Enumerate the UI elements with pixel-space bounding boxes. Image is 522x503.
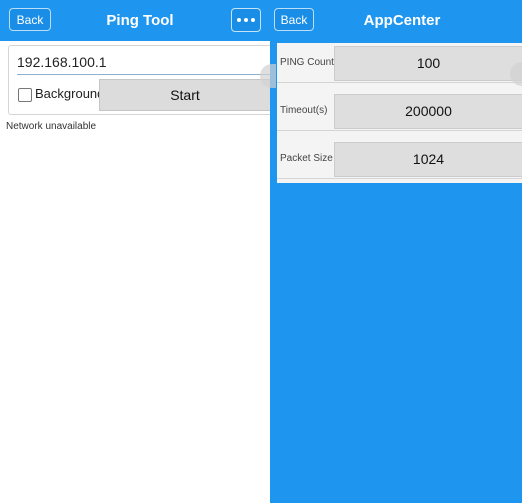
timeout-input[interactable]: 200000 <box>334 94 522 129</box>
packet-size-label: Packet Size <box>280 153 333 164</box>
packet-size-input[interactable]: 1024 <box>334 142 522 177</box>
timeout-label: Timeout(s) <box>280 105 328 116</box>
back-button[interactable]: Back <box>274 8 314 31</box>
settings-row-packet-size: Packet Size 1024 <box>277 139 522 179</box>
ping-settings-list: PING Count 100 Timeout(s) 200000 Packet … <box>277 43 522 183</box>
background-checkbox-label: Background <box>35 86 105 101</box>
app-center-header: Back AppCenter <box>270 0 522 41</box>
status-text: Network unavailable <box>6 121 97 132</box>
ip-address-input[interactable] <box>17 50 265 74</box>
back-button[interactable]: Back <box>9 8 51 31</box>
app-center-panel: Back AppCenter PING Count 100 Timeout(s)… <box>270 0 522 503</box>
more-dots-icon <box>251 18 255 22</box>
background-checkbox[interactable] <box>18 88 32 102</box>
start-button[interactable]: Start <box>99 79 271 111</box>
input-underline <box>17 74 271 75</box>
settings-row-timeout: Timeout(s) 200000 <box>277 91 522 131</box>
ping-count-input[interactable]: 100 <box>334 46 522 81</box>
more-button[interactable] <box>231 8 261 32</box>
ping-count-label: PING Count <box>280 57 334 68</box>
ping-form: Background Start <box>8 45 271 115</box>
more-dots-icon <box>237 18 241 22</box>
more-dots-icon <box>244 18 248 22</box>
settings-row-ping-count: PING Count 100 <box>277 43 522 83</box>
page-title: Ping Tool <box>106 12 174 29</box>
ping-tool-header: Back Ping Tool <box>0 0 270 41</box>
page-title: AppCenter <box>363 12 441 29</box>
ping-tool-panel: Back Ping Tool Background Start Network … <box>0 0 271 503</box>
